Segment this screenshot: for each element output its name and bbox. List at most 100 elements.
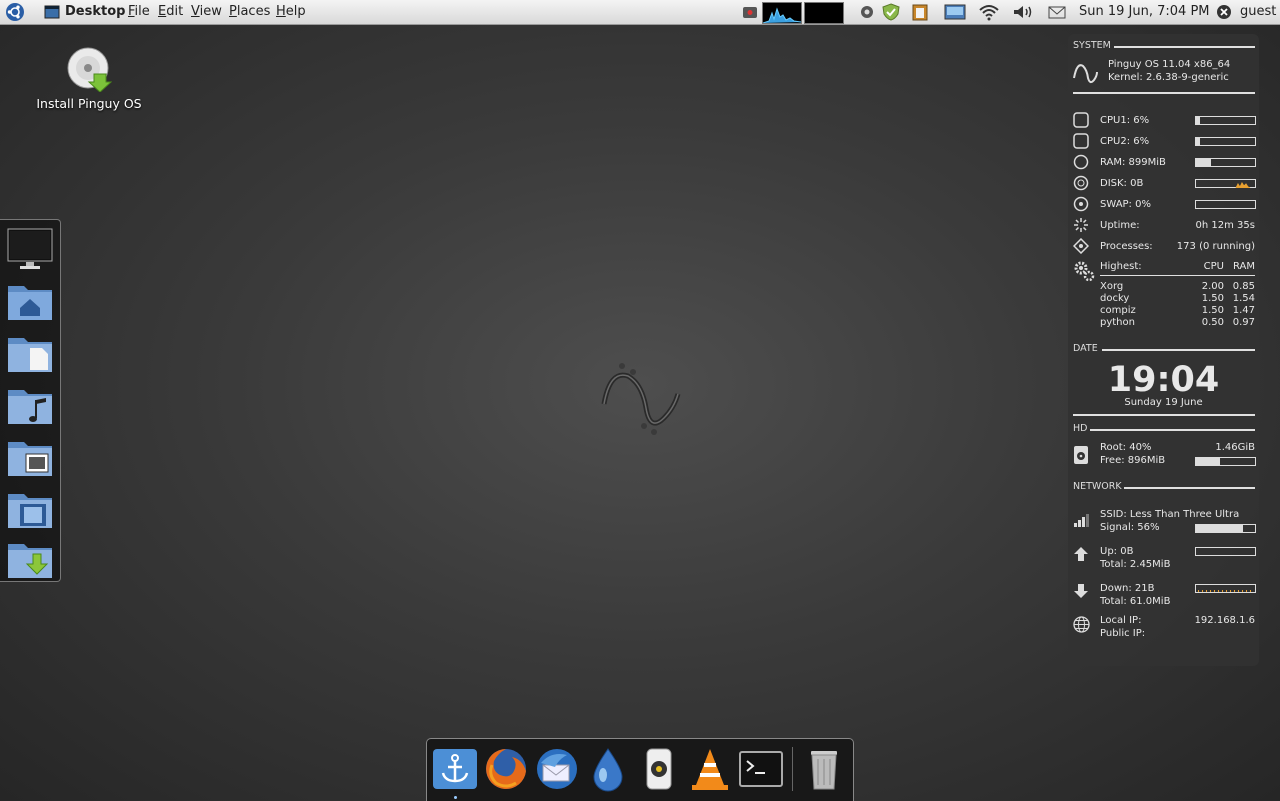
gears-icon [1073, 260, 1095, 282]
cpu2-icon [1073, 133, 1089, 149]
process-row-name: compiz [1100, 305, 1136, 316]
dock-separator [792, 747, 793, 791]
cd-install-icon [66, 46, 113, 93]
uptime-label: Uptime: [1100, 220, 1140, 231]
section-date-header: DATE [1073, 343, 1098, 354]
date-day: Sunday 19 June [1124, 397, 1203, 408]
rhythmbox-icon[interactable] [635, 745, 683, 793]
update-shield-icon[interactable] [881, 3, 901, 21]
highest-cpu-col: CPU [1203, 261, 1224, 272]
globe-icon [1073, 616, 1090, 633]
running-indicator [454, 796, 457, 799]
clipboard-icon[interactable] [911, 3, 929, 21]
section-system-header: SYSTEM [1073, 40, 1111, 51]
terminal-icon[interactable] [737, 745, 785, 793]
kernel-version: Kernel: 2.6.38-9-generic [1108, 72, 1229, 83]
harddrive-icon [1073, 445, 1089, 464]
process-row-ram: 1.54 [1232, 293, 1255, 304]
menu-places[interactable]: Places [229, 0, 270, 24]
local-ip-label: Local IP: [1100, 615, 1142, 626]
deluge-icon[interactable] [584, 745, 632, 793]
volume-icon[interactable] [1012, 3, 1034, 21]
date-time: 19:04 [1107, 360, 1220, 400]
public-ip-label: Public IP: [1100, 628, 1146, 639]
highest-ram-col: RAM [1232, 261, 1255, 272]
menu-view[interactable]: View [191, 0, 222, 24]
processes-label: Processes: [1100, 241, 1153, 252]
network-down: Down: 21B [1100, 583, 1155, 594]
record-icon[interactable] [743, 7, 757, 25]
network-down-total: Total: 61.0MiB [1100, 596, 1171, 607]
desktop-icon-label: Install Pinguy OS [36, 96, 142, 111]
desktop-icon-install[interactable]: Install Pinguy OS [30, 46, 148, 111]
vlc-icon[interactable] [686, 745, 734, 793]
trash-icon[interactable] [800, 745, 848, 793]
thunderbird-icon[interactable] [533, 745, 581, 793]
download-arrow-icon [1073, 583, 1089, 599]
music-folder-icon[interactable] [6, 382, 54, 428]
network-ssid: SSID: Less Than Three Ultra [1100, 509, 1240, 520]
disk-icon [1073, 175, 1089, 191]
memory-graph-applet[interactable] [804, 2, 844, 24]
process-row-ram: 0.85 [1232, 281, 1255, 292]
cpu2-label: CPU2: 6% [1100, 136, 1150, 147]
cpu2-bar [1195, 137, 1256, 146]
active-app-title[interactable]: Desktop [65, 0, 125, 24]
process-row-cpu: 0.50 [1201, 317, 1224, 328]
settings-gear-icon[interactable] [859, 3, 875, 21]
signal-strength-icon [1073, 512, 1089, 528]
hd-free: Free: 896MiB [1100, 455, 1166, 466]
hd-root-bar [1195, 457, 1256, 466]
home-folder-icon[interactable] [6, 278, 54, 324]
clock[interactable]: Sun 19 Jun, 7:04 PM [1079, 0, 1210, 24]
menu-edit[interactable]: Edit [158, 0, 183, 24]
power-user-icon[interactable] [1216, 4, 1232, 22]
wifi-icon[interactable] [978, 3, 1000, 21]
swap-label: SWAP: 0% [1100, 199, 1151, 210]
processes-icon [1072, 237, 1090, 255]
hd-root-size: 1.46GiB [1215, 442, 1255, 453]
highest-label: Highest: [1100, 261, 1142, 272]
downloads-folder-icon[interactable] [6, 536, 54, 582]
process-row-cpu: 1.50 [1201, 293, 1224, 304]
process-row-name: Xorg [1100, 281, 1124, 292]
uptime-value: 0h 12m 35s [1195, 220, 1255, 231]
swap-icon [1073, 196, 1089, 212]
ram-bar [1195, 158, 1256, 167]
ram-icon [1073, 154, 1089, 170]
process-names: Xorg docky compiz python [1100, 281, 1136, 329]
cpu1-label: CPU1: 6% [1100, 115, 1150, 126]
top-panel: Desktop File Edit View Places Help Sun 1… [0, 0, 1280, 25]
mail-envelope-icon[interactable] [1047, 3, 1067, 21]
process-row-name: docky [1100, 293, 1130, 304]
signal-bar [1195, 524, 1256, 533]
monitor-icon[interactable] [6, 226, 54, 272]
process-row-ram: 1.47 [1232, 305, 1255, 316]
docky-anchor-icon[interactable] [431, 745, 479, 793]
network-signal: Signal: 56% [1100, 522, 1160, 533]
menu-file[interactable]: File [128, 0, 150, 24]
network-up-total: Total: 2.45MiB [1100, 559, 1171, 570]
user-name[interactable]: guest [1240, 0, 1276, 24]
videos-folder-icon[interactable] [6, 486, 54, 532]
menu-help[interactable]: Help [276, 0, 306, 24]
bottom-dock [426, 738, 854, 801]
process-row-cpu: 1.50 [1201, 305, 1224, 316]
process-row-ram: 0.97 [1232, 317, 1255, 328]
section-hd-header: HD [1073, 423, 1088, 434]
desktop-window-icon [44, 4, 60, 20]
uptime-icon [1073, 217, 1089, 233]
pictures-folder-icon[interactable] [6, 434, 54, 480]
cpu1-icon [1073, 112, 1089, 128]
hd-root: Root: 40% [1100, 442, 1152, 453]
upload-arrow-icon [1073, 546, 1089, 562]
cpu-graph-applet[interactable] [762, 2, 802, 24]
conky-system-monitor: SYSTEM Pinguy OS 11.04 x86_64 Kernel: 2.… [1068, 34, 1259, 666]
cpu1-bar [1195, 116, 1256, 125]
local-ip-value: 192.168.1.6 [1194, 615, 1255, 626]
display-icon[interactable] [944, 3, 966, 21]
process-cpu: 2.00 1.50 1.50 0.50 [1202, 281, 1224, 329]
ubuntu-logo-icon[interactable] [4, 2, 26, 22]
firefox-icon[interactable] [482, 745, 530, 793]
documents-folder-icon[interactable] [6, 330, 54, 376]
